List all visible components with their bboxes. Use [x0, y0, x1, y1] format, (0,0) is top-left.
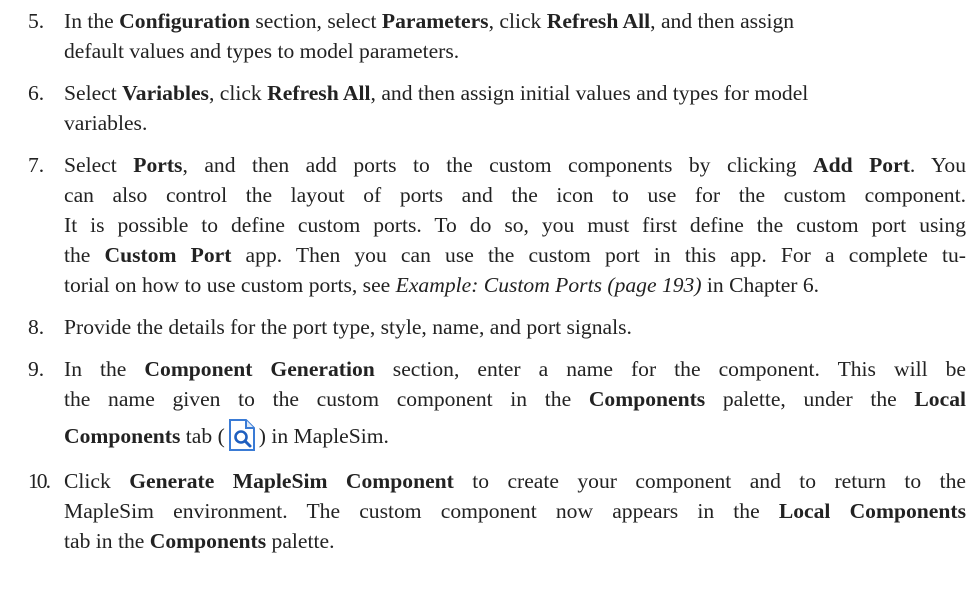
text-line: the name given to the custom component i… — [64, 384, 966, 414]
text-run: , and then assign initial values and typ… — [370, 81, 809, 105]
text-run: can also control the layout of ports and… — [64, 183, 966, 207]
text-line: variables. — [64, 108, 966, 138]
text-run: palette, under the — [705, 387, 915, 411]
bold-term: Local Components — [778, 499, 966, 523]
step-number: 5. — [28, 9, 45, 33]
bold-term: Components — [64, 424, 181, 448]
text-line: torial on how to use custom ports, see E… — [64, 270, 966, 300]
step-number: 6. — [28, 81, 45, 105]
text-run: . You — [909, 153, 967, 177]
text-run: In the — [64, 357, 145, 381]
text-run: , click — [488, 9, 547, 33]
bold-term: Component Generation — [144, 357, 375, 381]
step-number: 8. — [28, 315, 45, 339]
step-item: 10. Click Generate MapleSim Component to … — [28, 466, 966, 556]
text-run: Select — [64, 81, 123, 105]
text-line: Select Variables, click Refresh All, and… — [64, 78, 966, 108]
step-text: In the Configuration section, select Par… — [64, 6, 966, 66]
step-item: 5. In the Configuration section, select P… — [28, 6, 966, 66]
bold-term: Custom Port — [104, 243, 232, 267]
step-number: 9. — [28, 357, 45, 381]
text-line: Provide the details for the port type, s… — [64, 312, 966, 342]
bold-term: Local — [914, 387, 966, 411]
text-run: tab in the — [64, 529, 150, 553]
text-run: palette. — [266, 529, 335, 553]
text-run: torial on how to use custom ports, see — [64, 273, 396, 297]
text-run: In the — [64, 9, 120, 33]
text-line: default values and types to model parame… — [64, 36, 966, 66]
bold-term: Ports — [133, 153, 183, 177]
bold-term: Components — [588, 387, 706, 411]
text-line: It is possible to define custom ports. T… — [64, 210, 966, 240]
text-run: the name given to the custom component i… — [64, 387, 589, 411]
text-line: In the Component Generation section, ent… — [64, 354, 966, 384]
bold-term: Generate MapleSim Component — [129, 469, 454, 493]
cross-reference: Example: Custom Ports (page 193) — [395, 273, 702, 297]
step-text: Select Ports, and then add ports to the … — [64, 150, 966, 300]
text-line: In the Configuration section, select Par… — [64, 6, 966, 36]
step-item: 8. Provide the details for the port type,… — [28, 312, 966, 342]
text-line: Components tab ( ) in MapleSim. — [64, 418, 966, 454]
text-run: the — [64, 243, 105, 267]
step-item: 9. In the Component Generation section, e… — [28, 354, 966, 454]
bold-term: Components — [149, 529, 267, 553]
text-run: to create your component and to return t… — [453, 469, 966, 493]
text-run: default values and types to model parame… — [64, 39, 460, 63]
bold-term: Parameters — [381, 9, 489, 33]
bold-term: Refresh All — [267, 81, 371, 105]
text-run: section, enter a name for the component.… — [374, 357, 966, 381]
text-line: the Custom Port app. Then you can use th… — [64, 240, 966, 270]
text-run: variables. — [64, 111, 148, 135]
text-run: tab ( — [180, 424, 225, 448]
step-text: Click Generate MapleSim Component to cre… — [64, 466, 966, 556]
text-run: It is possible to define custom ports. T… — [64, 213, 966, 237]
text-run: , and then assign — [650, 9, 795, 33]
bold-term: Add Port — [813, 153, 910, 177]
text-line: Select Ports, and then add ports to the … — [64, 150, 966, 180]
text-line: can also control the layout of ports and… — [64, 180, 966, 210]
step-text: Provide the details for the port type, s… — [64, 312, 966, 342]
step-number: 10. — [28, 469, 51, 493]
text-run: , and then add ports to the custom compo… — [182, 153, 814, 177]
text-run: Select — [64, 153, 134, 177]
text-run: Click — [64, 469, 130, 493]
local-components-tab-icon — [227, 418, 257, 452]
text-run: , click — [208, 81, 268, 105]
text-run: MapleSim environment. The custom compone… — [64, 499, 779, 523]
text-run: in Chapter 6. — [701, 273, 820, 297]
bold-term: Refresh All — [546, 9, 651, 33]
step-item: 7. Select Ports, and then add ports to th… — [28, 150, 966, 300]
text-line: Click Generate MapleSim Component to cre… — [64, 466, 966, 496]
text-run: Provide the details for the port type, s… — [64, 315, 632, 339]
step-number: 7. — [28, 153, 45, 177]
text-line: tab in the Components palette. — [64, 526, 966, 556]
step-text: In the Component Generation section, ent… — [64, 354, 966, 454]
text-run: app. Then you can use the custom port in… — [231, 243, 967, 267]
text-run: ) in MapleSim. — [258, 424, 389, 448]
step-item: 6. Select Variables, click Refresh All, a… — [28, 78, 966, 138]
text-line: MapleSim environment. The custom compone… — [64, 496, 966, 526]
bold-term: Configuration — [119, 9, 250, 33]
text-run: section, select — [249, 9, 382, 33]
bold-term: Variables — [122, 81, 209, 105]
step-text: Select Variables, click Refresh All, and… — [64, 78, 966, 138]
document-page: 5. In the Configuration section, select P… — [28, 6, 966, 568]
